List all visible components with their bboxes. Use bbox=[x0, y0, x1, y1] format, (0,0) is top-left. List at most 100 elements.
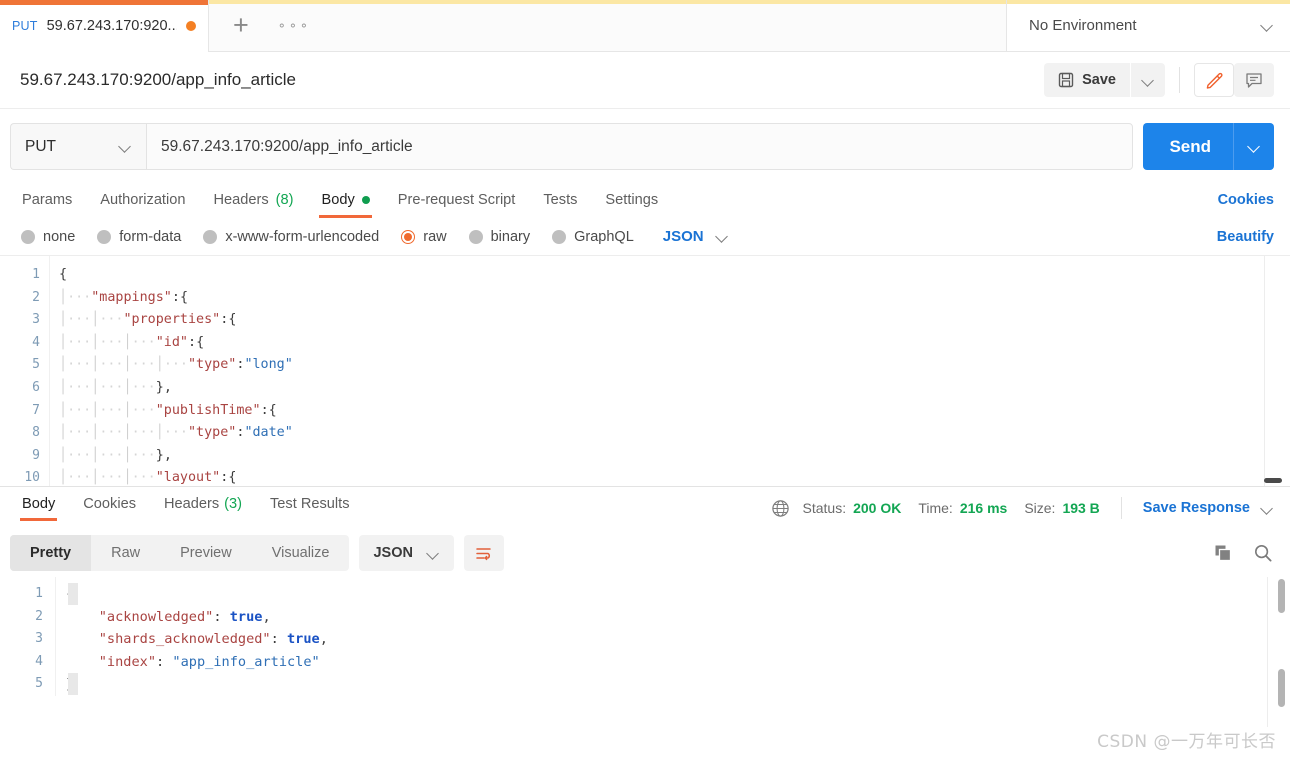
tab-authorization[interactable]: Authorization bbox=[86, 192, 199, 218]
tab-settings[interactable]: Settings bbox=[591, 192, 672, 218]
line-number: 2 bbox=[32, 289, 40, 305]
indent-dots: ··· bbox=[67, 425, 92, 441]
request-code-lines: {│···"mappings":{│···│···"properties":{│… bbox=[50, 256, 1290, 486]
url-value: 59.67.243.170:9200/app_info_article bbox=[161, 137, 413, 155]
response-tab-headers[interactable]: Headers (3) bbox=[150, 496, 256, 521]
indent-dots: ··· bbox=[163, 357, 188, 373]
view-preview[interactable]: Preview bbox=[160, 535, 252, 571]
indent-dots: ··· bbox=[99, 447, 124, 463]
body-type-graphql[interactable]: GraphQL bbox=[541, 229, 645, 245]
tab-body[interactable]: Body bbox=[307, 192, 383, 218]
response-body-viewer[interactable]: 1 2 3 4 5 { "acknowledged": true, "shards_ac… bbox=[0, 577, 1290, 727]
indent-dots: ··· bbox=[67, 379, 92, 395]
view-visualize[interactable]: Visualize bbox=[252, 535, 350, 571]
send-options-button[interactable] bbox=[1234, 140, 1274, 153]
tab-label: Params bbox=[22, 192, 73, 208]
response-view-switcher: Pretty Raw Preview Visualize bbox=[10, 535, 350, 571]
tab-method-label: PUT bbox=[12, 19, 38, 33]
tab-params[interactable]: Params bbox=[8, 192, 86, 218]
radio-icon bbox=[203, 229, 218, 244]
tab-options-icon[interactable]: ⚬⚬⚬ bbox=[277, 19, 310, 33]
line-number: 8 bbox=[32, 425, 40, 441]
option-label: none bbox=[43, 228, 76, 245]
http-method-label: PUT bbox=[25, 137, 56, 155]
code-fold-marker[interactable] bbox=[68, 673, 78, 695]
body-present-dot-icon bbox=[361, 196, 370, 204]
edit-request-button[interactable] bbox=[1194, 63, 1234, 97]
line-number: 6 bbox=[32, 379, 40, 395]
indent-guide: │ bbox=[155, 425, 164, 441]
indent-dots: ··· bbox=[131, 470, 156, 486]
body-type-none[interactable]: none bbox=[10, 229, 86, 245]
copy-button[interactable] bbox=[1212, 542, 1234, 564]
body-type-form-data[interactable]: form-data bbox=[86, 229, 192, 245]
tab-headers[interactable]: Headers (8) bbox=[199, 192, 307, 218]
body-type-selector: none form-data x-www-form-urlencoded raw… bbox=[0, 218, 1290, 255]
code-line: { bbox=[56, 583, 1290, 606]
indent-dots: ··· bbox=[67, 289, 92, 305]
response-tab-cookies[interactable]: Cookies bbox=[69, 496, 150, 521]
tab-bar: PUT 59.67.243.170:920... + ⚬⚬⚬ No Enviro… bbox=[0, 0, 1290, 52]
json-key: "id" bbox=[155, 334, 188, 350]
tab-tests[interactable]: Tests bbox=[529, 192, 591, 218]
view-raw[interactable]: Raw bbox=[91, 535, 160, 571]
indent-dots: ··· bbox=[99, 425, 124, 441]
line-number: 10 bbox=[24, 470, 40, 486]
chevron-down-icon[interactable] bbox=[1261, 502, 1274, 515]
json-string-value: "date" bbox=[244, 425, 293, 441]
send-button[interactable]: Send bbox=[1143, 137, 1233, 157]
save-button[interactable]: Save bbox=[1044, 63, 1130, 97]
environment-selector[interactable]: No Environment bbox=[1007, 0, 1290, 51]
chevron-down-icon bbox=[1248, 140, 1261, 153]
indent-dots: ··· bbox=[67, 447, 92, 463]
http-method-select[interactable]: PUT bbox=[10, 123, 146, 170]
radio-icon bbox=[468, 229, 483, 244]
response-vertical-scrollbar-lower[interactable] bbox=[1278, 669, 1285, 707]
floppy-disk-icon bbox=[1058, 72, 1074, 88]
view-pretty[interactable]: Pretty bbox=[10, 535, 92, 571]
line-number: 4 bbox=[32, 334, 40, 350]
cookies-link[interactable]: Cookies bbox=[1218, 192, 1274, 218]
response-format-select[interactable]: JSON bbox=[359, 535, 454, 571]
page-title: 59.67.243.170:9200/app_info_article bbox=[20, 70, 297, 89]
save-button-group: Save bbox=[1044, 63, 1165, 97]
tab-label: Tests bbox=[543, 192, 578, 208]
json-punctuation: { bbox=[228, 312, 237, 328]
json-punctuation: : bbox=[213, 608, 230, 625]
editor-horizontal-scrollbar[interactable] bbox=[1264, 478, 1282, 483]
response-code-lines: { "acknowledged": true, "shards_acknowle… bbox=[55, 577, 1290, 696]
body-type-binary[interactable]: binary bbox=[458, 229, 542, 245]
status-value: 200 OK bbox=[853, 500, 902, 516]
request-body-editor[interactable]: 1 2 3 4 5 6 7 8 9 10 {│···"mappings":{│···│···"pr… bbox=[0, 255, 1290, 487]
option-label: raw bbox=[423, 228, 447, 245]
code-line: "acknowledged": true, bbox=[56, 606, 1290, 629]
option-label: GraphQL bbox=[574, 228, 634, 245]
tab-pre-request-script[interactable]: Pre-request Script bbox=[384, 192, 530, 218]
response-tab-test-results[interactable]: Test Results bbox=[256, 496, 363, 521]
body-type-raw[interactable]: raw bbox=[390, 229, 457, 245]
status-label: Status: bbox=[802, 500, 847, 516]
indent-dots: ··· bbox=[67, 357, 92, 373]
search-button[interactable] bbox=[1252, 542, 1274, 564]
globe-icon bbox=[771, 499, 789, 517]
url-input[interactable]: 59.67.243.170:9200/app_info_article bbox=[146, 123, 1134, 170]
tab-label: Headers bbox=[164, 495, 220, 512]
response-tab-body[interactable]: Body bbox=[8, 496, 69, 521]
code-fold-marker[interactable] bbox=[68, 583, 78, 605]
word-wrap-button[interactable] bbox=[463, 535, 504, 571]
code-line: │···│···│···"id":{ bbox=[50, 332, 1290, 355]
comment-button[interactable] bbox=[1234, 63, 1274, 97]
request-tab-put[interactable]: PUT 59.67.243.170:920... bbox=[0, 0, 209, 52]
beautify-link[interactable]: Beautify bbox=[1217, 229, 1274, 245]
radio-icon bbox=[97, 229, 112, 244]
response-vertical-scrollbar[interactable] bbox=[1278, 579, 1285, 613]
json-punctuation: , bbox=[163, 379, 172, 395]
json-punctuation: , bbox=[319, 631, 328, 648]
save-response-link[interactable]: Save Response bbox=[1143, 500, 1250, 516]
body-format-select[interactable]: JSON bbox=[645, 228, 737, 245]
json-punctuation: : bbox=[171, 289, 180, 305]
body-type-urlencoded[interactable]: x-www-form-urlencoded bbox=[192, 229, 390, 245]
save-options-button[interactable] bbox=[1131, 63, 1165, 97]
new-tab-icon[interactable]: + bbox=[227, 12, 255, 39]
json-key: "acknowledged" bbox=[98, 608, 214, 625]
